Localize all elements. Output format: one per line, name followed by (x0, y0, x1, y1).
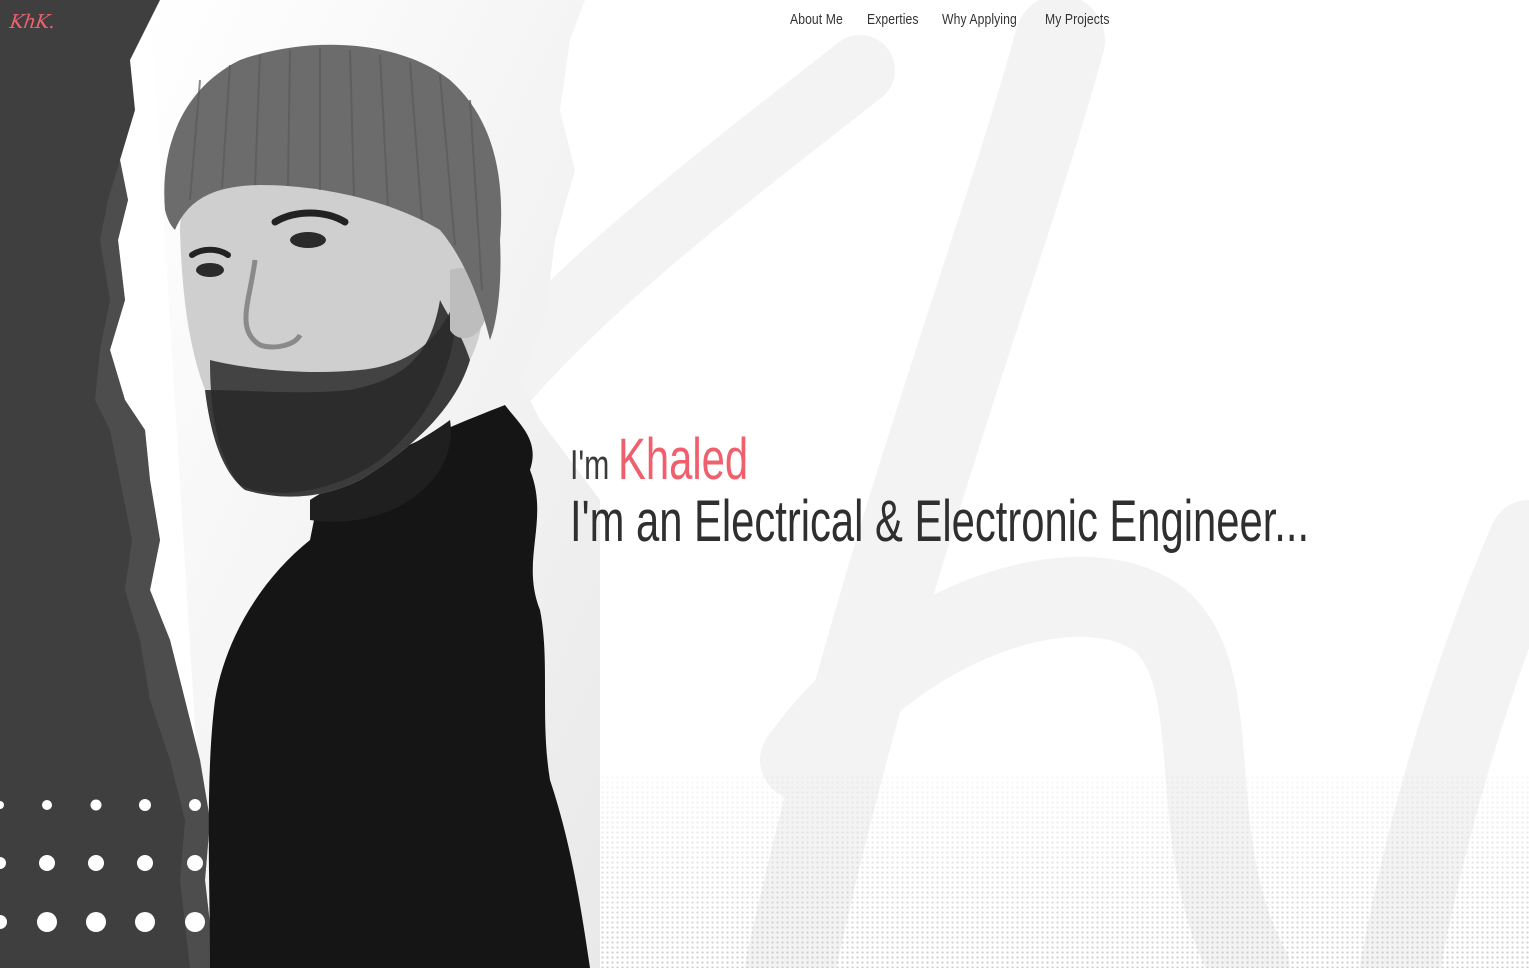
hero-name: Khaled (618, 427, 749, 492)
hero-greeting-line: I'm Khaled (570, 426, 1309, 492)
site-logo[interactable]: KhK. (8, 11, 56, 33)
nav-item-about-me[interactable]: About Me (790, 12, 843, 28)
nav-item-experties[interactable]: Experties (867, 12, 919, 28)
hero-tagline: I'm an Electrical & Electronic Engineer.… (570, 489, 1310, 554)
hero-heading: I'm Khaled I'm an Electrical & Electroni… (570, 426, 1529, 555)
nav-item-my-projects[interactable]: My Projects (1045, 12, 1110, 28)
portrait-photo (164, 44, 590, 968)
greeting-text: I'm (570, 441, 610, 488)
main-navigation: About Me Experties Why Applying My Proje… (790, 12, 1112, 28)
hero-section: KhK. About Me Experties Why Applying My … (0, 0, 1529, 968)
nav-item-why-applying[interactable]: Why Applying (942, 12, 1017, 28)
halftone-dot-pattern (590, 775, 1529, 968)
